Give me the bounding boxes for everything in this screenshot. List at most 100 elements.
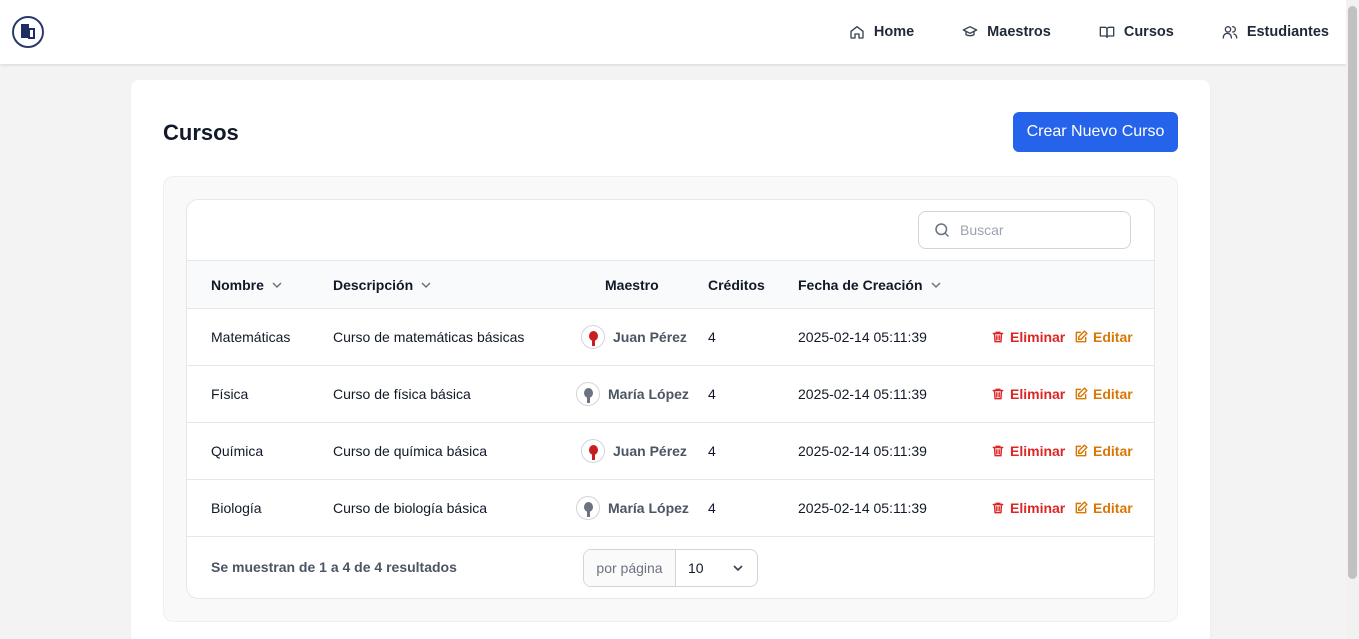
delete-label: Eliminar — [1010, 443, 1066, 459]
column-header-descripcion[interactable]: Descripción — [333, 261, 432, 308]
teacher-name: Juan Pérez — [613, 443, 687, 459]
trash-icon — [992, 445, 1004, 457]
edit-label: Editar — [1093, 500, 1133, 516]
cell-description: Curso de química básica — [333, 443, 488, 459]
column-header-creditos: Créditos — [708, 261, 765, 308]
cell-name: Física — [211, 386, 249, 402]
cell-credits: 4 — [708, 500, 716, 516]
top-navbar: Home Maestros Cursos Estudiantes — [0, 0, 1346, 64]
edit-button[interactable]: Editar — [1074, 309, 1133, 365]
page-scrollbar[interactable] — [1346, 0, 1359, 639]
main-card: Cursos Crear Nuevo Curso Nombre Descripc… — [131, 80, 1210, 639]
column-label-maestro: Maestro — [605, 276, 659, 293]
nav-item-cursos[interactable]: Cursos — [1099, 24, 1174, 40]
table-header: Nombre Descripción Maestro Créditos Fech… — [187, 260, 1154, 309]
home-icon — [850, 26, 864, 39]
per-page-label: por página — [584, 550, 676, 586]
edit-button[interactable]: Editar — [1074, 366, 1133, 422]
column-label-fecha: Fecha de Creación — [798, 276, 923, 293]
cell-teacher: Juan Pérez — [581, 423, 687, 479]
chevron-down-icon — [421, 281, 431, 288]
avatar — [576, 382, 600, 406]
book-icon — [1099, 26, 1115, 38]
logo-mark — [20, 23, 36, 41]
delete-label: Eliminar — [1010, 386, 1066, 402]
nav-item-estudiantes[interactable]: Estudiantes — [1222, 24, 1329, 40]
avatar — [581, 325, 605, 349]
avatar — [581, 439, 605, 463]
nav-label-cursos: Cursos — [1123, 24, 1174, 40]
nav-item-maestros[interactable]: Maestros — [962, 24, 1051, 40]
delete-label: Eliminar — [1010, 329, 1066, 345]
nav-label-home: Home — [873, 24, 915, 40]
column-header-fecha[interactable]: Fecha de Creación — [798, 261, 942, 308]
edit-icon — [1075, 387, 1088, 400]
chevron-down-icon — [930, 281, 941, 288]
per-page-value: 10 — [688, 560, 704, 576]
trash-icon — [992, 502, 1004, 514]
cell-created: 2025-02-14 05:11:39 — [798, 329, 927, 345]
edit-icon — [1075, 330, 1088, 343]
search-icon — [935, 223, 949, 237]
app-logo[interactable] — [12, 16, 44, 48]
scrollbar-thumb[interactable] — [1348, 6, 1357, 579]
cell-description: Curso de física básica — [333, 386, 471, 402]
table-row: Matemáticas Curso de matemáticas básicas… — [187, 309, 1154, 366]
cell-name: Matemáticas — [211, 329, 291, 345]
search-input[interactable] — [960, 222, 1110, 238]
cell-credits: 4 — [708, 443, 716, 459]
search-box[interactable] — [918, 211, 1131, 249]
column-header-nombre[interactable]: Nombre — [211, 261, 283, 308]
cell-created: 2025-02-14 05:11:39 — [798, 500, 927, 516]
table-row: Física Curso de física básica María Lópe… — [187, 366, 1154, 423]
chevron-down-icon — [272, 281, 282, 288]
nav-label-maestros: Maestros — [987, 24, 1051, 40]
cell-created: 2025-02-14 05:11:39 — [798, 443, 927, 459]
edit-button[interactable]: Editar — [1074, 423, 1133, 479]
cell-teacher: María López — [576, 366, 689, 422]
cell-name: Biología — [211, 500, 262, 516]
nav-label-estudiantes: Estudiantes — [1246, 24, 1329, 40]
page-title: Cursos — [163, 120, 239, 145]
table-panel: Nombre Descripción Maestro Créditos Fech… — [163, 176, 1178, 622]
users-icon — [1222, 26, 1238, 39]
teacher-name: María López — [608, 500, 689, 516]
teacher-name: María López — [608, 386, 689, 402]
edit-button[interactable]: Editar — [1074, 480, 1133, 536]
per-page-select[interactable]: 10 — [676, 550, 757, 586]
create-course-button[interactable]: Crear Nuevo Curso — [1013, 112, 1178, 152]
cell-created: 2025-02-14 05:11:39 — [798, 386, 927, 402]
table-row: Química Curso de química básica Juan Pér… — [187, 423, 1154, 480]
column-label-nombre: Nombre — [211, 276, 264, 293]
cell-teacher: María López — [576, 480, 689, 536]
edit-icon — [1075, 444, 1088, 457]
delete-button[interactable]: Eliminar — [991, 423, 1065, 479]
nav-item-home[interactable]: Home — [849, 24, 914, 40]
delete-button[interactable]: Eliminar — [991, 480, 1065, 536]
edit-icon — [1075, 501, 1088, 514]
edit-label: Editar — [1093, 386, 1133, 402]
courses-table: Nombre Descripción Maestro Créditos Fech… — [186, 199, 1155, 599]
per-page-control: por página 10 — [583, 549, 758, 587]
trash-icon — [992, 331, 1004, 343]
table-row: Biología Curso de biología básica María … — [187, 480, 1154, 537]
cell-description: Curso de matemáticas básicas — [333, 329, 525, 345]
teacher-name: Juan Pérez — [613, 329, 687, 345]
cell-description: Curso de biología básica — [333, 500, 488, 516]
main-nav: Home Maestros Cursos Estudiantes — [849, 0, 1329, 64]
chevron-down-icon — [733, 565, 743, 572]
trash-icon — [992, 388, 1004, 400]
column-label-descripcion: Descripción — [333, 276, 414, 293]
delete-button[interactable]: Eliminar — [991, 309, 1065, 365]
edit-label: Editar — [1093, 443, 1133, 459]
edit-label: Editar — [1093, 329, 1133, 345]
column-label-creditos: Créditos — [708, 276, 765, 293]
cell-credits: 4 — [708, 329, 716, 345]
cell-name: Química — [211, 443, 264, 459]
cell-credits: 4 — [708, 386, 716, 402]
avatar — [576, 496, 600, 520]
delete-button[interactable]: Eliminar — [991, 366, 1065, 422]
delete-label: Eliminar — [1010, 500, 1066, 516]
results-summary: Se muestran de 1 a 4 de 4 resultados — [211, 559, 457, 575]
column-header-maestro: Maestro — [605, 261, 659, 308]
